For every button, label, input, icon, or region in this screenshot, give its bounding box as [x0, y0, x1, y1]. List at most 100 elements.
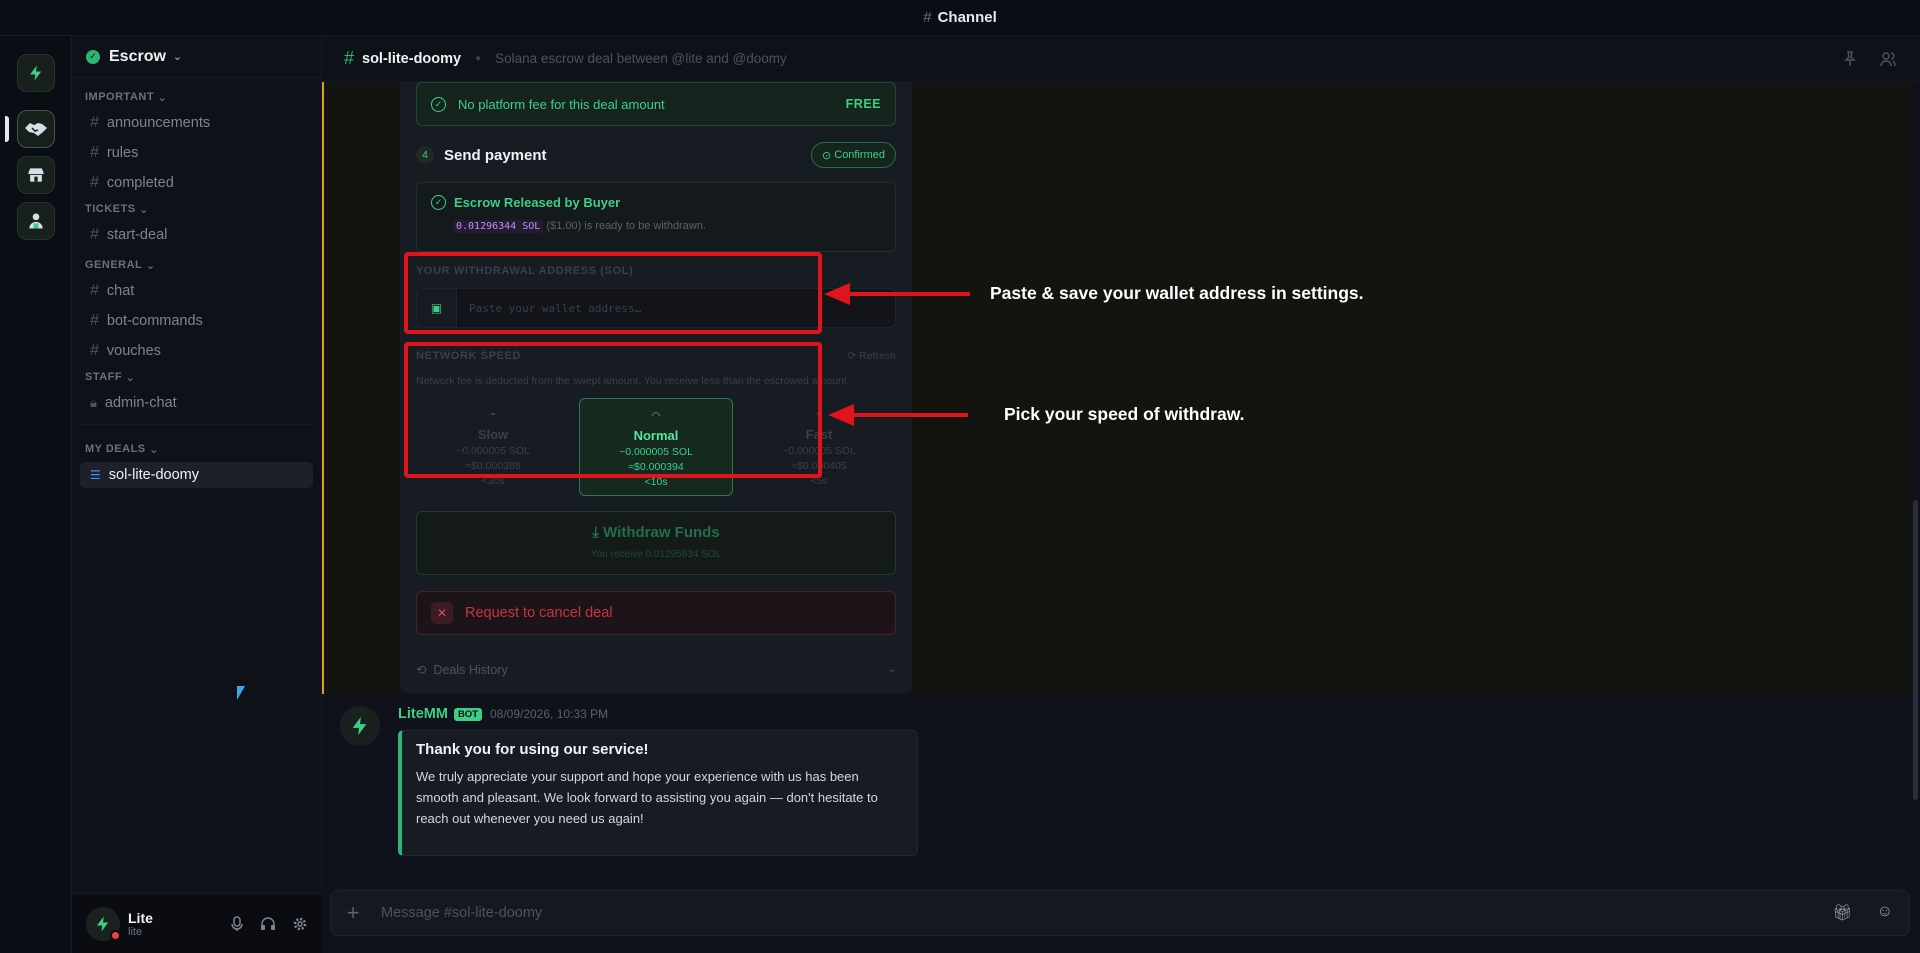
channel-label: vouches [106, 343, 161, 359]
step-title: Send payment [444, 146, 547, 164]
channel-chat[interactable]: # chat [72, 276, 321, 306]
hash-icon: # [90, 312, 99, 329]
hash-icon: # [90, 144, 99, 161]
refresh-button[interactable]: ⟳ Refresh [848, 350, 896, 362]
fee-text: No platform fee for this deal amount [458, 96, 665, 112]
category-label: GENERAL [85, 259, 143, 271]
chevron-down-icon: ⌄ [887, 664, 896, 675]
withdraw-receive-text: You receive 0.01295834 SOL [590, 549, 722, 560]
separator-dot: ● [475, 53, 482, 64]
server-header[interactable]: ✓ Escrow ⌄ [72, 36, 321, 78]
user-tag: lite [128, 925, 143, 938]
members-icon[interactable] [1880, 51, 1896, 67]
step-number: 4 [416, 146, 434, 164]
annotation-arrow-speed [828, 404, 968, 426]
annotation-box-wallet [404, 252, 822, 334]
home-server-button[interactable] [17, 54, 55, 92]
scrollbar[interactable] [1913, 500, 1918, 800]
user-name: Lite [128, 909, 153, 926]
emoji-icon[interactable]: ☺ [1877, 903, 1893, 923]
history-icon: ⟲ [416, 663, 434, 677]
fee-badge: FREE [845, 97, 881, 111]
channel-label: admin-chat [104, 395, 177, 411]
annotation-box-speed [404, 342, 822, 478]
hash-icon: # [90, 342, 99, 359]
channel-label: start-deal [106, 227, 168, 243]
pin-icon[interactable] [1842, 50, 1858, 67]
category-label: TICKETS [85, 203, 136, 215]
deals-history-toggle[interactable]: ⟲ Deals History ⌄ [416, 662, 896, 678]
channel-completed[interactable]: # completed [72, 168, 321, 198]
channel-name: sol-lite-doomy [362, 50, 462, 67]
annotation-arrow-wallet [824, 283, 970, 305]
headphones-icon[interactable] [260, 916, 276, 932]
verified-icon: ✓ [86, 49, 100, 64]
status-dot [110, 929, 121, 941]
hash-icon: # [90, 174, 99, 191]
channel-start-deal[interactable]: # start-deal [72, 220, 321, 250]
list-icon: ☰ [90, 468, 101, 482]
shop-server-button[interactable] [17, 156, 55, 194]
hash-icon: # [90, 114, 99, 131]
lightning-icon [352, 716, 367, 736]
message-embed: Thank you for using our service! We trul… [398, 730, 918, 856]
gear-icon[interactable] [292, 916, 308, 932]
category-important[interactable]: IMPORTANT ⌄ [72, 86, 321, 108]
avatar[interactable] [86, 906, 121, 941]
agent-server-button[interactable] [17, 202, 55, 240]
channel-label: rules [106, 145, 139, 161]
withdraw-funds-button[interactable]: ⤓ Withdraw Funds You receive 0.01295834 … [416, 511, 896, 575]
message-author[interactable]: LiteMM [398, 706, 448, 722]
channel-announcements[interactable]: # announcements [72, 108, 321, 138]
avatar[interactable] [340, 706, 380, 746]
channel-label: sol-lite-doomy [108, 467, 200, 483]
store-icon [28, 168, 44, 182]
check-circle-icon: ✓ [431, 96, 446, 112]
lightning-icon [97, 916, 109, 931]
close-icon: ✕ [431, 602, 453, 624]
microphone-icon[interactable] [230, 915, 244, 932]
lock-icon: 🔒︎ [90, 395, 97, 410]
annotation-text-wallet: Paste & save your wallet address in sett… [990, 283, 1364, 303]
confirmed-badge: ⊙ Confirmed [810, 142, 896, 168]
category-general[interactable]: GENERAL ⌄ [72, 254, 321, 276]
category-label: STAFF [85, 371, 123, 383]
check-circle-icon: ✓ [431, 195, 446, 210]
message-composer[interactable]: + Message #sol-lite-doomy 🎁︎ ☺ [330, 890, 1910, 936]
release-notice: ✓ Escrow Released by Buyer 0.01296344 SOL… [416, 182, 896, 252]
clock-icon: ⊙ [821, 149, 835, 162]
user-panel: Lite lite [72, 893, 322, 953]
channel-rules[interactable]: # rules [72, 138, 321, 168]
category-tickets[interactable]: TICKETS ⌄ [72, 198, 321, 220]
category-staff[interactable]: STAFF ⌄ [72, 366, 321, 388]
channel-label: completed [106, 175, 174, 191]
release-title: Escrow Released by Buyer [454, 195, 621, 210]
channel-sol-lite-doomy[interactable]: ☰ sol-lite-doomy [80, 462, 313, 488]
chevron-down-icon: ⌄ [172, 51, 183, 63]
channel-vouches[interactable]: # vouches [72, 336, 321, 366]
escrow-server-button[interactable] [17, 110, 55, 148]
deals-history-label: Deals History [433, 662, 508, 677]
amount-value: 0.01296344 [456, 221, 517, 232]
channel-topic: Solana escrow deal between @lite and @do… [495, 51, 787, 66]
handshake-icon [25, 123, 47, 136]
hash-icon: # [90, 282, 99, 299]
fee-notice: ✓ No platform fee for this deal amount F… [416, 82, 896, 126]
category-label: IMPORTANT [85, 91, 155, 103]
download-icon: ⤓ [592, 524, 604, 541]
channel-bot-commands[interactable]: # bot-commands [72, 306, 321, 336]
cancel-deal-button[interactable]: ✕ Request to cancel deal [416, 591, 896, 635]
hash-icon: # [90, 226, 99, 243]
channel-admin-chat[interactable]: 🔒︎ admin-chat [72, 388, 321, 418]
refresh-icon: ⟳ [847, 350, 860, 362]
add-attachment-button[interactable]: + [331, 900, 375, 926]
confirmed-label: Confirmed [834, 149, 885, 161]
composer-placeholder: Message #sol-lite-doomy [381, 905, 543, 921]
category-my-deals[interactable]: MY DEALS ⌄ [72, 438, 321, 460]
hash-icon: # [344, 48, 355, 68]
message-area: ✓ No platform fee for this deal amount F… [322, 82, 1920, 953]
channel-header: # sol-lite-doomy ● Solana escrow deal be… [322, 36, 1920, 82]
window-title: Channel [937, 9, 997, 26]
channel-label: bot-commands [106, 313, 203, 329]
gift-icon[interactable]: 🎁︎ [1832, 903, 1852, 923]
